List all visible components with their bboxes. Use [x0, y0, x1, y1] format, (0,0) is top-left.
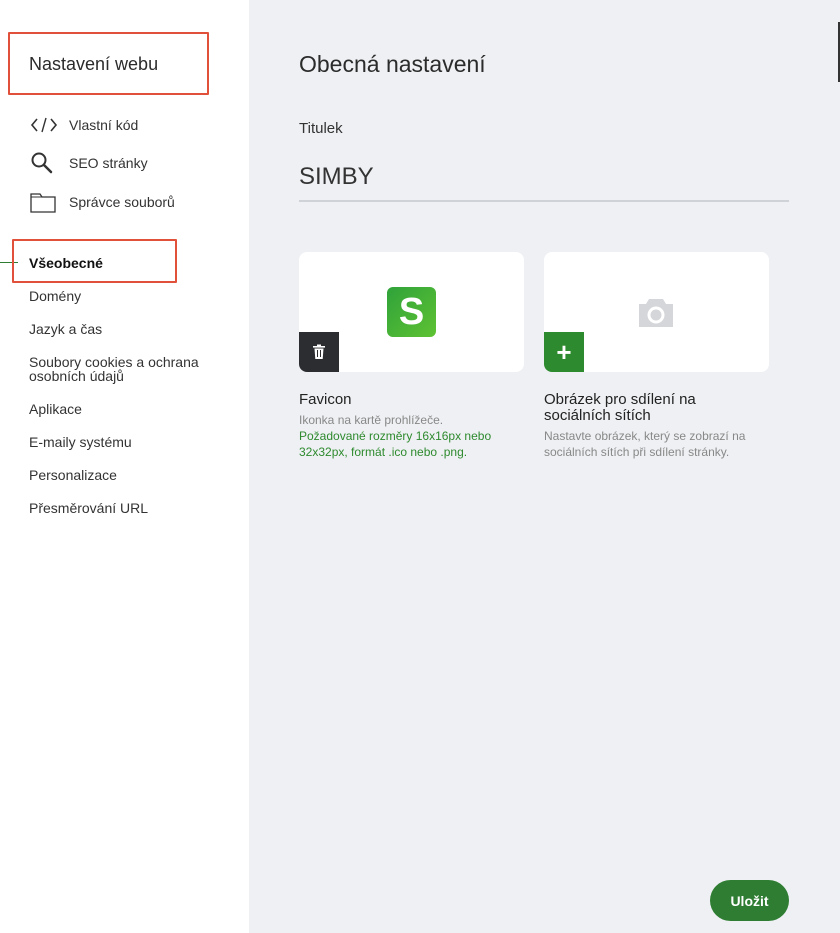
sidebar-tool-custom-code[interactable]: Vlastní kód — [30, 113, 138, 137]
save-button[interactable]: Uložit — [710, 880, 789, 921]
title-field-label: Titulek — [299, 120, 343, 137]
share-image-description: Nastavte obrázek, který se zobrazí na so… — [544, 429, 746, 459]
folder-icon — [30, 190, 59, 214]
favicon-logo: S — [387, 287, 436, 337]
title-input[interactable] — [299, 154, 789, 202]
favicon-description: Ikonka na kartě prohlížeče. — [299, 413, 444, 427]
share-image-card[interactable]: + — [544, 252, 769, 372]
page-title: Obecná nastavení — [299, 51, 486, 77]
add-share-image-button[interactable]: + — [544, 332, 584, 372]
sidebar-tool-file-manager[interactable]: Správce souborů — [30, 190, 175, 214]
search-icon — [30, 151, 59, 175]
sidebar-tool-label: Správce souborů — [69, 194, 175, 210]
main-panel — [249, 0, 840, 933]
camera-icon — [637, 296, 675, 333]
code-icon — [30, 113, 59, 137]
sidebar-item-system-emails[interactable]: E-maily systému — [29, 435, 132, 449]
sidebar-item-personalization[interactable]: Personalizace — [29, 468, 117, 482]
sidebar-title: Nastavení webu — [29, 54, 159, 74]
delete-favicon-button[interactable] — [299, 332, 339, 372]
sidebar-item-url-redirects[interactable]: Přesměrování URL — [29, 501, 148, 515]
sidebar-item-general[interactable]: Všeobecné — [29, 256, 103, 270]
sidebar-tool-label: SEO stránky — [69, 155, 148, 171]
sidebar-tool-seo[interactable]: SEO stránky — [30, 151, 148, 175]
sidebar-tool-label: Vlastní kód — [69, 117, 139, 133]
sidebar-item-language-time[interactable]: Jazyk a čas — [29, 322, 102, 336]
favicon-title: Favicon — [299, 391, 352, 408]
sidebar-item-apps[interactable]: Aplikace — [29, 402, 82, 416]
favicon-card[interactable]: S — [299, 252, 524, 372]
sidebar-item-domains[interactable]: Domény — [29, 289, 81, 303]
sidebar-item-cookies-privacy[interactable]: Soubory cookies a ochrana osobních údajů — [29, 355, 209, 383]
share-image-title: Obrázek pro sdílení na sociálních sítích — [544, 391, 696, 424]
favicon-requirements: Požadované rozměry 16x16px nebo 32x32px,… — [299, 429, 492, 459]
sidebar: Nastavení webu Vlastní kód SEO stránky S… — [0, 0, 249, 933]
trash-icon — [313, 344, 325, 359]
